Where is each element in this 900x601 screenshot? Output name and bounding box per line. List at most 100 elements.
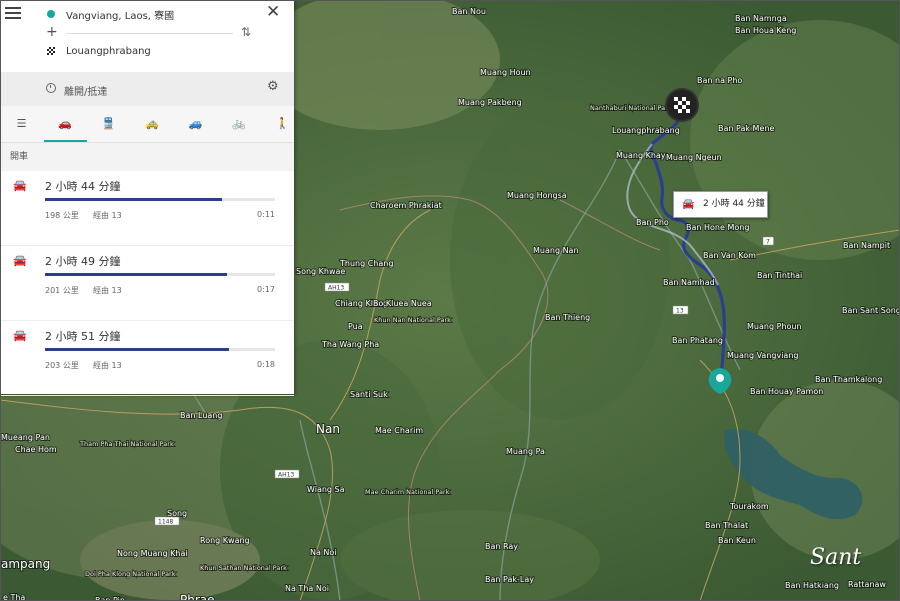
route-via: 經由 13: [93, 211, 122, 220]
gear-icon[interactable]: ⚙: [267, 79, 279, 94]
route-distance: 203 公里: [45, 361, 79, 370]
route-option[interactable]: 🚘 2 小時 51 分鐘 203 公里 經由 13 0:18: [0, 321, 294, 396]
route-via: 經由 13: [93, 361, 122, 370]
close-icon[interactable]: ✕: [266, 2, 280, 22]
city-label: Ban Ray: [485, 542, 518, 551]
route-duration: 2 小時 49 分鐘: [45, 255, 121, 268]
park-label: Mae Charim National Park: [365, 488, 450, 496]
swap-icon[interactable]: ⇅: [241, 25, 251, 39]
svg-text:13: 13: [676, 308, 684, 315]
origin-field[interactable]: Vangviang, Laos, 寮國: [66, 7, 174, 22]
destination-flag-pin[interactable]: [665, 88, 699, 122]
route-via: 經由 13: [93, 286, 122, 295]
mode-transit-icon[interactable]: 🚆: [87, 106, 130, 142]
mode-car-icon[interactable]: 🚗: [43, 106, 87, 142]
travel-mode-tabs: ☰ 🚗 🚆 🚕 🚙 🚲 🚶: [0, 106, 294, 143]
directions-panel: Vangviang, Laos, 寮國 ✕ + ⇅ Louangphrabang…: [0, 0, 294, 396]
route-inputs: Vangviang, Laos, 寮國 ✕ + ⇅ Louangphrabang: [0, 0, 294, 72]
city-label: Ban Nou: [452, 7, 486, 16]
city-label: Santi Suk: [350, 390, 388, 399]
city-label: Ban Keun: [718, 536, 756, 545]
city-label: Nong Muang Khai: [117, 549, 188, 558]
car-icon: 🚘: [682, 199, 695, 210]
car-icon: 🚘: [13, 254, 27, 267]
city-label: Ban Tinthai: [757, 271, 802, 280]
city-label: Louangphrabang: [612, 126, 680, 135]
city-label: Phrae: [180, 593, 215, 601]
section-label: 開車: [0, 143, 294, 171]
road-shield: AH13: [324, 282, 350, 292]
route-delay: 0:18: [257, 360, 275, 369]
city-label: Ban Pin: [95, 596, 125, 601]
mode-car-alt-icon[interactable]: 🚙: [174, 106, 217, 142]
svg-text:AH13: AH13: [278, 472, 294, 479]
svg-text:1148: 1148: [158, 519, 173, 526]
city-label: Bo Kluea Nuea: [373, 299, 432, 308]
city-label: Muang Phoun: [747, 322, 802, 331]
route-bar-fill: [45, 273, 227, 276]
city-label: Muang Khay: [616, 151, 666, 160]
city-label: Charoem Phrakiat: [370, 201, 442, 210]
road-shield: AH13: [274, 469, 300, 479]
origin-dot-icon: [47, 10, 55, 18]
city-label: Ban Pak-Lay: [485, 575, 534, 584]
city-label: Ban Sant Song: [842, 306, 900, 315]
city-label: Thung Chang: [339, 259, 393, 268]
city-label: Muang Vangviang: [727, 351, 798, 360]
route-option[interactable]: 🚘 2 小時 44 分鐘 198 公里 經由 13 0:11: [0, 171, 294, 246]
road-shield: 7: [762, 236, 774, 246]
city-label: Ban Phatang: [672, 336, 723, 345]
route-option[interactable]: 🚘 2 小時 49 分鐘 201 公里 經由 13 0:17: [0, 246, 294, 321]
city-label: Mae Charim: [375, 426, 423, 435]
city-label: Ban na Pho: [697, 76, 742, 85]
city-label: Tha Wang Pha: [321, 340, 379, 349]
divider: [66, 33, 233, 34]
city-label: Mueang Pan: [1, 433, 50, 442]
route-bar-fill: [45, 348, 229, 351]
route-bar-track: [45, 273, 275, 276]
time-option-row[interactable]: 離開/抵達 ⚙: [0, 72, 294, 106]
road-shield: 1148: [154, 516, 180, 526]
route-delay: 0:17: [257, 285, 275, 294]
mode-bicycle-icon[interactable]: 🚲: [218, 106, 261, 142]
route-delay: 0:11: [257, 210, 275, 219]
park-label: Khun Sathan National Park: [200, 564, 287, 572]
destination-field[interactable]: Louangphrabang: [66, 46, 151, 57]
car-icon: 🚘: [13, 179, 27, 192]
city-label: e Tha: [3, 593, 25, 601]
time-option-label[interactable]: 離開/抵達: [64, 83, 107, 98]
city-label: Ban Namnga: [735, 14, 787, 23]
city-label: ampang: [1, 557, 50, 571]
city-label: Ban Thieng: [545, 313, 590, 322]
road-shield: 13: [672, 305, 689, 315]
city-label: Muang Houn: [480, 68, 531, 77]
route-duration: 2 小時 44 分鐘: [45, 180, 121, 193]
menu-icon[interactable]: [5, 7, 21, 21]
city-label: Rattanaw: [848, 580, 886, 589]
route-distance: 198 公里: [45, 211, 79, 220]
checkered-flag-icon: [674, 97, 690, 113]
mode-list-icon[interactable]: ☰: [0, 106, 43, 142]
svg-text:AH13: AH13: [328, 285, 344, 292]
city-label: Rong Kwang: [200, 536, 250, 545]
city-label: Ban Hatkiang: [785, 581, 839, 590]
city-label: Na Noi: [310, 548, 337, 557]
city-label: Muang Nan: [533, 246, 579, 255]
city-label: Chae Hom: [15, 445, 57, 454]
city-label: Song: [167, 509, 187, 518]
city-label: Na Tha Noi: [285, 584, 329, 593]
add-stop-icon[interactable]: +: [46, 24, 58, 40]
city-label: Ban Nampit: [843, 241, 890, 250]
city-label: Muang Pakbeng: [458, 98, 522, 107]
car-icon: 🚘: [13, 329, 27, 342]
clock-icon: [46, 83, 56, 93]
park-label: Nanthaburi National Park: [590, 104, 672, 112]
mode-walk-icon[interactable]: 🚶: [261, 106, 304, 142]
city-label: Song Khwae: [296, 267, 345, 276]
city-label: Tourakom: [729, 502, 769, 511]
city-label: Wiang Sa: [307, 485, 345, 494]
destination-flag-icon: [47, 47, 55, 55]
route-eta-callout[interactable]: 🚘 2 小時 44 分鐘: [673, 191, 768, 218]
city-label: Ban Thamkalong: [815, 375, 882, 384]
mode-taxi-icon[interactable]: 🚕: [131, 106, 174, 142]
